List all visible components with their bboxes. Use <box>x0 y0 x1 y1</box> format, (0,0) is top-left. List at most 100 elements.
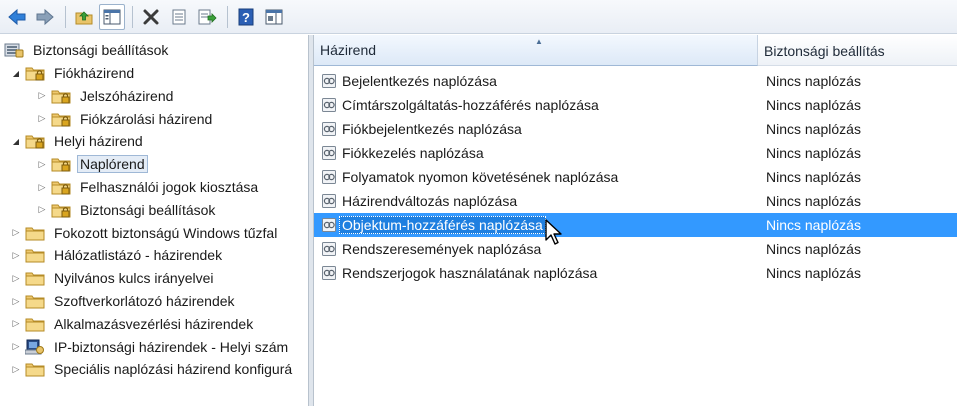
export-list-button[interactable] <box>194 4 220 30</box>
forward-arrow-icon <box>36 8 54 25</box>
policy-cell: Rendszeresemények naplózása <box>321 241 541 257</box>
action-pane-button[interactable] <box>261 4 287 30</box>
security-setting-value: Nincs naplózás <box>766 265 861 281</box>
audit-policy-icon <box>322 146 336 160</box>
expand-arrow-icon[interactable]: ▷ <box>10 272 22 284</box>
policy-name: Fiókkezelés naplózása <box>342 145 484 161</box>
folder-icon <box>25 272 45 286</box>
folder-icon <box>25 295 45 309</box>
help-button[interactable]: ? <box>233 4 259 30</box>
policy-cell: Fiókbejelentkezés naplózása <box>321 121 522 137</box>
expand-arrow-icon[interactable]: ▷ <box>10 318 22 330</box>
tree-item-label: Jelszóházirend <box>80 87 174 104</box>
details-list: Házirend ▲ Biztonsági beállítás Bejelent… <box>314 35 957 406</box>
list-row[interactable]: Folyamatok nyomon követésének naplózása N… <box>314 165 957 189</box>
policy-name: Bejelentkezés naplózása <box>342 73 497 89</box>
tree-item[interactable]: ▷ Nyilvános kulcs irányelvei <box>10 267 217 289</box>
column-header-policy-label: Házirend <box>320 42 377 58</box>
tree-item[interactable]: ▷ Szoftverkorlátozó házirendek <box>10 290 238 312</box>
forward-button[interactable] <box>32 4 58 30</box>
tree-item[interactable]: ◢ Fiókházirend <box>10 62 137 84</box>
up-folder-icon <box>75 10 93 24</box>
up-folder-button[interactable] <box>71 4 97 30</box>
tree-item[interactable]: ▷ Speciális naplózási házirend konfigurá <box>10 358 295 380</box>
policy-name: Címtárszolgáltatás-hozzáférés naplózása <box>342 97 599 113</box>
folder-icon <box>25 227 45 241</box>
console-tree-icon <box>103 9 121 24</box>
expand-arrow-icon[interactable]: ▷ <box>10 341 22 353</box>
properties-icon <box>172 9 186 24</box>
tree-item[interactable]: ▷ Hálózatlistázó - házirendek <box>10 244 225 266</box>
properties-button[interactable] <box>166 4 192 30</box>
sort-ascending-icon: ▲ <box>535 37 543 46</box>
mouse-pointer-icon <box>545 219 562 245</box>
tree-item-label: Felhasználói jogok kiosztása <box>80 179 259 195</box>
toolbar-separator <box>132 5 133 28</box>
expand-arrow-icon[interactable]: ▷ <box>36 113 48 125</box>
expand-arrow-icon[interactable]: ▷ <box>36 181 48 193</box>
audit-policy-icon <box>322 74 336 88</box>
tree-item-label: Fiókzárolási házirend <box>80 110 213 127</box>
expand-arrow-icon[interactable]: ▷ <box>10 363 22 375</box>
locked-folder-icon <box>51 113 71 127</box>
toolbar-separator <box>227 5 228 28</box>
list-row[interactable]: Rendszeresemények naplózása Nincs naplózá… <box>314 237 957 261</box>
tree-item[interactable]: ▷ Naplórend <box>36 153 148 175</box>
tree-item-label: Hálózatlistázó - házirendek <box>54 247 223 264</box>
list-row[interactable]: Objektum-hozzáférés naplózása Nincs napló… <box>314 213 957 237</box>
policy-cell: Bejelentkezés naplózása <box>321 73 497 89</box>
tree-item[interactable]: ▷ Fiókzárolási házirend <box>36 108 215 130</box>
audit-policy-icon <box>322 194 336 208</box>
policy-name: Objektum-hozzáférés naplózása <box>339 216 546 234</box>
security-settings-icon <box>4 43 24 58</box>
tree-item[interactable]: ▷ Jelszóházirend <box>36 85 176 107</box>
folder-icon <box>25 249 45 263</box>
back-arrow-icon <box>8 8 26 25</box>
export-list-icon <box>198 9 217 24</box>
tree-item[interactable]: ▷ IP-biztonsági házirendek - Helyi szám <box>10 336 291 358</box>
list-row[interactable]: Fiókkezelés naplózása Nincs naplózás <box>314 141 957 165</box>
list-row[interactable]: Rendszerjogok használatának naplózása Nin… <box>314 261 957 285</box>
security-setting-value: Nincs naplózás <box>766 97 861 113</box>
expand-arrow-icon[interactable]: ▷ <box>36 204 48 216</box>
list-row[interactable]: Fiókbejelentkezés naplózása Nincs naplózá… <box>314 117 957 141</box>
list-row[interactable]: Házirendváltozás naplózása Nincs naplózás <box>314 189 957 213</box>
expand-arrow-icon[interactable]: ▷ <box>10 295 22 307</box>
tree-item[interactable]: ▷ Biztonsági beállítások <box>36 199 218 221</box>
console-tree: Biztonsági beállítások ◢ Fiókházirend ▷ Jel… <box>0 35 308 406</box>
folder-icon <box>25 318 45 332</box>
collapse-arrow-icon[interactable]: ◢ <box>10 67 22 79</box>
policy-cell: Folyamatok nyomon követésének naplózása <box>321 169 618 185</box>
security-setting-value: Nincs naplózás <box>766 169 861 185</box>
tree-item[interactable]: ▷ Alkalmazásvezérlési házirendek <box>10 313 256 335</box>
policy-name: Fiókbejelentkezés naplózása <box>342 121 522 137</box>
expand-arrow-icon[interactable]: ▷ <box>10 249 22 261</box>
expand-arrow-icon[interactable]: ▷ <box>36 158 48 170</box>
policy-cell: Fiókkezelés naplózása <box>321 145 484 161</box>
tree-root[interactable]: Biztonsági beállítások <box>4 39 171 61</box>
tree-item-label: IP-biztonsági házirendek - Helyi szám <box>54 338 289 355</box>
list-row[interactable]: Címtárszolgáltatás-hozzáférés naplózása N… <box>314 93 957 117</box>
locked-folder-icon <box>51 158 71 172</box>
audit-policy-icon <box>322 242 336 256</box>
tree-item-label: Fokozott biztonságú Windows tűzfal <box>54 224 278 241</box>
back-button[interactable] <box>4 4 30 30</box>
show-hide-tree-button[interactable] <box>99 3 125 30</box>
collapse-arrow-icon[interactable]: ◢ <box>10 135 22 147</box>
expand-arrow-icon[interactable]: ▷ <box>10 227 22 239</box>
list-row[interactable]: Bejelentkezés naplózása Nincs naplózás <box>314 69 957 93</box>
tree-item[interactable]: ▷ Fokozott biztonságú Windows tűzfal <box>10 222 280 244</box>
column-header-setting-label: Biztonsági beállítás <box>764 42 885 59</box>
audit-policy-icon <box>322 218 336 232</box>
locked-folder-icon <box>25 135 45 149</box>
expand-arrow-icon[interactable]: ▷ <box>36 90 48 102</box>
delete-x-icon <box>143 9 159 24</box>
tree-item[interactable]: ▷ Felhasználói jogok kiosztása <box>36 176 261 198</box>
column-header-policy[interactable]: Házirend ▲ <box>314 35 758 66</box>
tree-item-label: Nyilvános kulcs irányelvei <box>54 270 214 287</box>
tree-item[interactable]: ◢ Helyi házirend <box>10 130 146 152</box>
delete-button[interactable] <box>138 4 164 30</box>
policy-name: Rendszeresemények naplózása <box>342 241 542 257</box>
security-setting-value: Nincs naplózás <box>766 73 861 89</box>
column-header-setting[interactable]: Biztonsági beállítás <box>758 35 957 66</box>
